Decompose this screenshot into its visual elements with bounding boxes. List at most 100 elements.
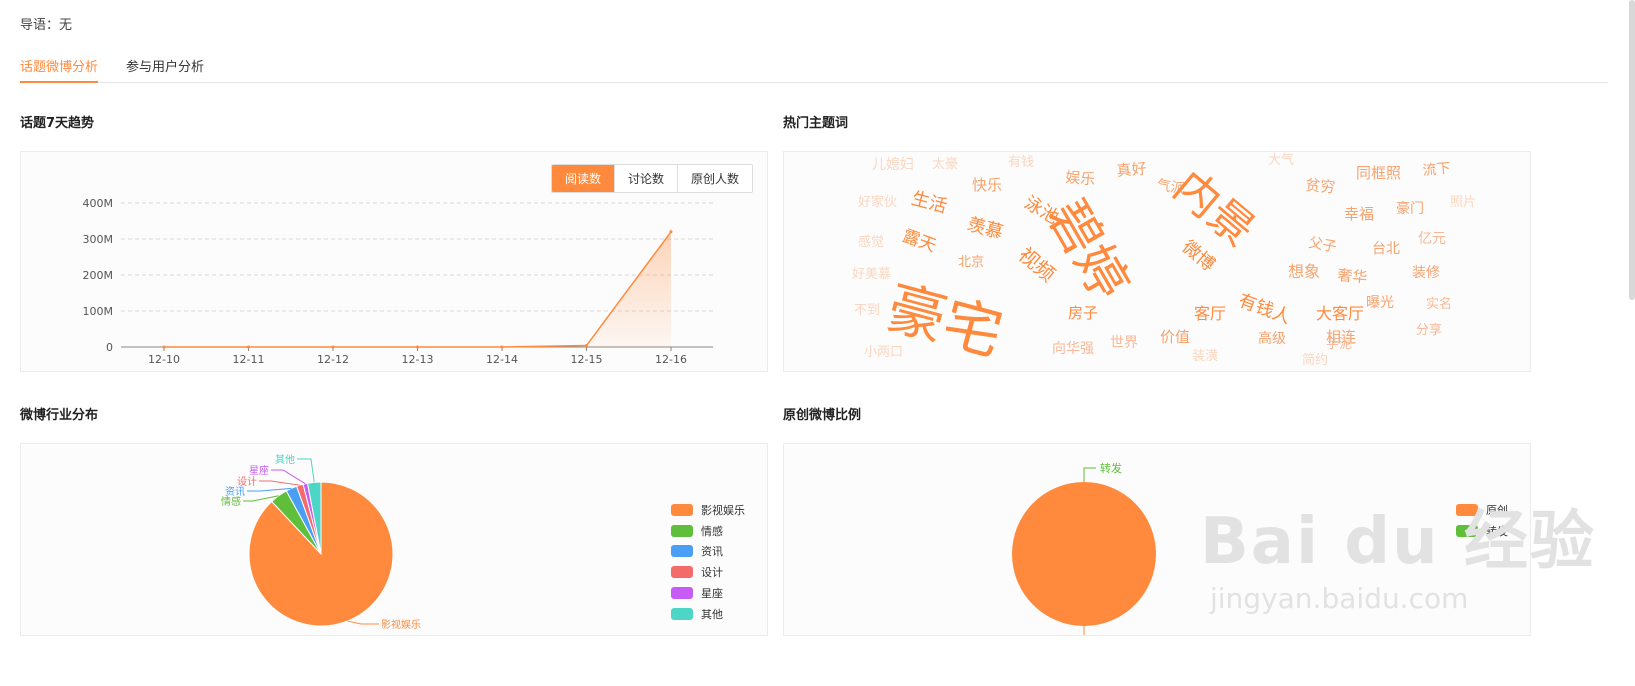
word-cloud-word[interactable]: 好家伙 — [858, 196, 897, 209]
legend-item[interactable]: 资讯 — [671, 543, 723, 559]
trend-section-title: 话题7天趋势 — [20, 116, 95, 131]
word-cloud-word[interactable]: 好美慕 — [852, 268, 891, 281]
legend-item[interactable]: 情感 — [671, 523, 723, 539]
y-tick-label: 300M — [83, 233, 114, 246]
pie-slice[interactable] — [1012, 482, 1156, 626]
trend-area-fill — [164, 231, 671, 347]
x-tick-label: 12-16 — [655, 353, 687, 366]
word-cloud-word[interactable]: 羡慕 — [965, 214, 1005, 244]
word-cloud-word[interactable]: 儿媳妇 — [872, 158, 914, 172]
word-cloud-word[interactable]: 大客厅 — [1316, 306, 1364, 322]
word-cloud-word[interactable]: 娱乐 — [1065, 168, 1096, 189]
trend-data-point[interactable] — [331, 345, 335, 349]
word-cloud-word[interactable]: 房子 — [1068, 306, 1098, 321]
word-cloud-word[interactable]: 同框照 — [1356, 166, 1401, 181]
word-cloud-word[interactable]: 高级 — [1258, 332, 1286, 346]
industry-section-title: 微博行业分布 — [20, 408, 99, 423]
hot-words-cloud: 儿媳妇 太豪 有钱 娱乐 真好 大气 同框照 流下 好家伙 生活 快乐 泳池 气派 贫穷 幸福 豪门 照片 感觉露… — [783, 151, 1531, 372]
word-cloud-word[interactable]: 幸福 — [1344, 207, 1374, 222]
word-cloud-word[interactable]: 实名 — [1426, 298, 1452, 311]
word-cloud-word[interactable]: 微博 — [1178, 236, 1219, 275]
legend-item[interactable]: 设计 — [671, 564, 723, 580]
word-cloud-word[interactable]: 台北 — [1372, 242, 1400, 256]
word-cloud-word[interactable]: 太豪 — [932, 158, 958, 171]
legend-label: 情感 — [701, 524, 723, 538]
legend-swatch — [671, 607, 693, 620]
word-cloud-word[interactable]: 向华强 — [1052, 342, 1094, 356]
pie-leader-line — [1083, 626, 1085, 635]
word-cloud-word[interactable]: 奢华 — [1337, 266, 1368, 287]
word-cloud-word[interactable]: 曝光 — [1366, 296, 1394, 310]
trend-data-point[interactable] — [669, 230, 673, 234]
word-cloud-word[interactable]: 感觉 — [858, 236, 884, 249]
word-cloud-word[interactable]: 简约 — [1302, 354, 1328, 367]
watermark-url: jingyan.baidu.com — [1210, 582, 1469, 615]
legend-swatch — [671, 545, 693, 558]
pie-leader-line — [297, 458, 315, 483]
word-cloud-word[interactable]: 价值 — [1160, 330, 1190, 345]
legend-item[interactable]: 影视娱乐 — [671, 502, 745, 518]
word-cloud-word[interactable]: 父子 — [1307, 235, 1337, 256]
word-cloud-word[interactable]: 分享 — [1416, 324, 1442, 337]
legend-item[interactable]: 星座 — [671, 585, 723, 601]
pie-slice-label: 其他 — [275, 453, 295, 466]
x-tick-label: 12-13 — [402, 353, 434, 366]
pie-leader-line — [347, 620, 379, 625]
tab-topic-weibo-analysis[interactable]: 话题微博分析 — [20, 56, 99, 83]
legend-swatch — [671, 524, 693, 537]
legend-label: 星座 — [701, 586, 723, 600]
word-cloud-word[interactable]: 世界 — [1110, 336, 1138, 350]
watermark-logo-text: Bai du 经验 — [1200, 505, 1596, 579]
trend-data-point[interactable] — [585, 344, 588, 348]
x-tick-label: 12-10 — [148, 353, 180, 366]
word-cloud-word[interactable]: 小两口 — [864, 346, 903, 359]
baidu-watermark: Bai du 经验 jingyan.baidu.com — [1200, 490, 1596, 615]
word-cloud-word[interactable]: 装修 — [1412, 266, 1440, 280]
pie-slice-label: 影视娱乐 — [381, 618, 421, 631]
word-cloud-word[interactable]: 大气 — [1268, 154, 1294, 167]
word-cloud-word[interactable]: 装潢 — [1192, 350, 1218, 363]
word-cloud-word[interactable]: 豪门 — [1396, 202, 1424, 216]
legend-swatch — [671, 504, 693, 516]
trend-data-point[interactable] — [500, 345, 504, 349]
y-tick-label: 100M — [83, 305, 114, 318]
pie-slice-label: 星座 — [249, 464, 269, 477]
word-cloud-word[interactable]: 流下 — [1422, 161, 1451, 179]
trend-line-chart: 0 100M 200M 300M 400M 12-10 12-11 12-12 12-13 12-… — [83, 197, 713, 366]
word-cloud-word[interactable]: 客厅 — [1194, 306, 1226, 322]
y-tick-label: 200M — [83, 269, 114, 282]
word-cloud-word[interactable]: 亿元 — [1418, 232, 1446, 246]
word-cloud-word[interactable]: 芋泥 — [1326, 338, 1352, 351]
trend-data-point[interactable] — [162, 345, 166, 349]
y-tick-label: 0 — [106, 341, 113, 354]
legend-swatch — [671, 566, 693, 579]
x-tick-label: 12-15 — [571, 353, 603, 366]
word-cloud-word[interactable]: 内景 — [1164, 161, 1264, 257]
word-cloud-word[interactable]: 真好 — [1116, 159, 1147, 180]
word-cloud-word[interactable]: 生活 — [909, 188, 949, 218]
trend-data-point[interactable] — [416, 345, 419, 349]
word-cloud-word[interactable]: 照片 — [1450, 196, 1476, 209]
trend-chart-panel: 阅读数 讨论数 原创人数 0 100M 200M 300M 400M 12-10 12-11… — [20, 151, 768, 372]
word-cloud-word[interactable]: 有钱人 — [1236, 290, 1294, 328]
intro-text: 导语：无 — [20, 18, 73, 33]
industry-pie-chart: 影视娱乐情感资讯设计星座其他 — [221, 453, 421, 631]
word-cloud-word[interactable]: 露天 — [900, 226, 939, 256]
page-scrollbar[interactable] — [1629, 0, 1635, 300]
pie-leader-line — [259, 480, 300, 486]
analysis-tabs: 话题微博分析 参与用户分析 — [20, 52, 1608, 83]
word-cloud-word[interactable]: 不到 — [854, 304, 880, 317]
word-cloud-word[interactable]: 碧婷 — [1036, 190, 1140, 310]
y-tick-label: 400M — [83, 197, 114, 210]
trend-data-point[interactable] — [247, 345, 250, 349]
word-cloud-word[interactable]: 想象 — [1288, 264, 1320, 280]
word-cloud-word[interactable]: 北京 — [958, 256, 984, 269]
word-cloud-word[interactable]: 快乐 — [972, 178, 1002, 193]
word-cloud-word[interactable]: 贫穷 — [1305, 176, 1336, 197]
original-section-title: 原创微博比例 — [783, 408, 862, 423]
pie-leader-line — [247, 487, 292, 492]
tab-user-analysis[interactable]: 参与用户分析 — [126, 56, 204, 81]
legend-item[interactable]: 其他 — [671, 606, 723, 622]
word-cloud-word[interactable]: 有钱 — [1008, 156, 1034, 169]
legend-label: 设计 — [701, 566, 723, 580]
